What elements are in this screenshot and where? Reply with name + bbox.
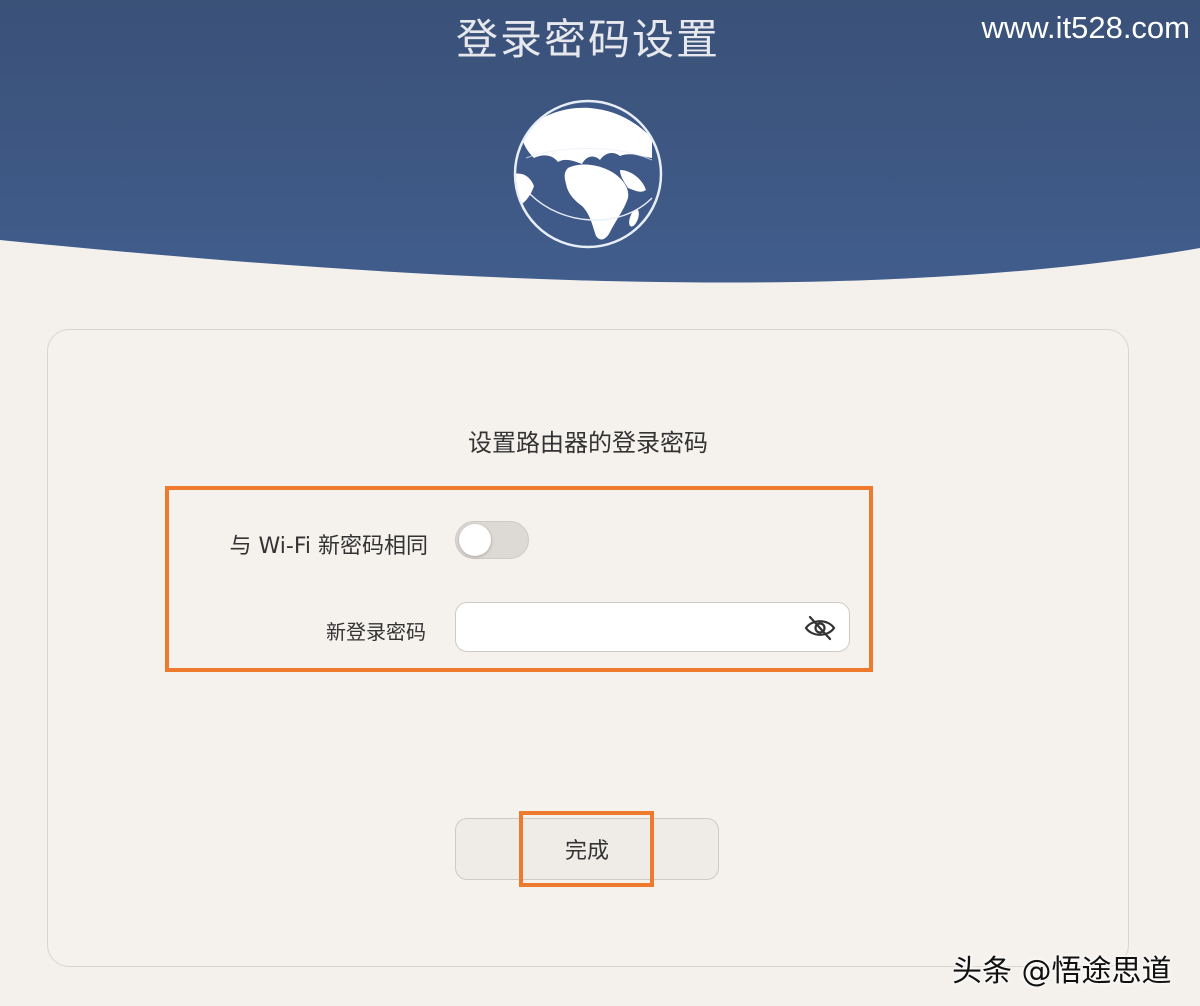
watermark-bottom: 头条 @悟途思道 [952, 954, 1172, 989]
globe-icon [513, 99, 663, 249]
toggle-knob [459, 524, 491, 556]
card-heading: 设置路由器的登录密码 [468, 429, 708, 457]
done-button[interactable]: 完成 [455, 818, 719, 880]
watermark-top: www.it528.com [981, 10, 1190, 45]
page: 登录密码设置 www.it528.com 设置路由器的登录密码 与 Wi-Fi … [0, 0, 1200, 1006]
same-as-wifi-toggle[interactable] [455, 521, 529, 559]
new-password-label: 新登录密码 [326, 620, 426, 644]
new-password-input[interactable] [466, 609, 790, 647]
eye-slash-icon[interactable] [803, 613, 837, 643]
same-as-wifi-label: 与 Wi-Fi 新密码相同 [229, 534, 428, 559]
new-password-field[interactable] [455, 602, 850, 652]
